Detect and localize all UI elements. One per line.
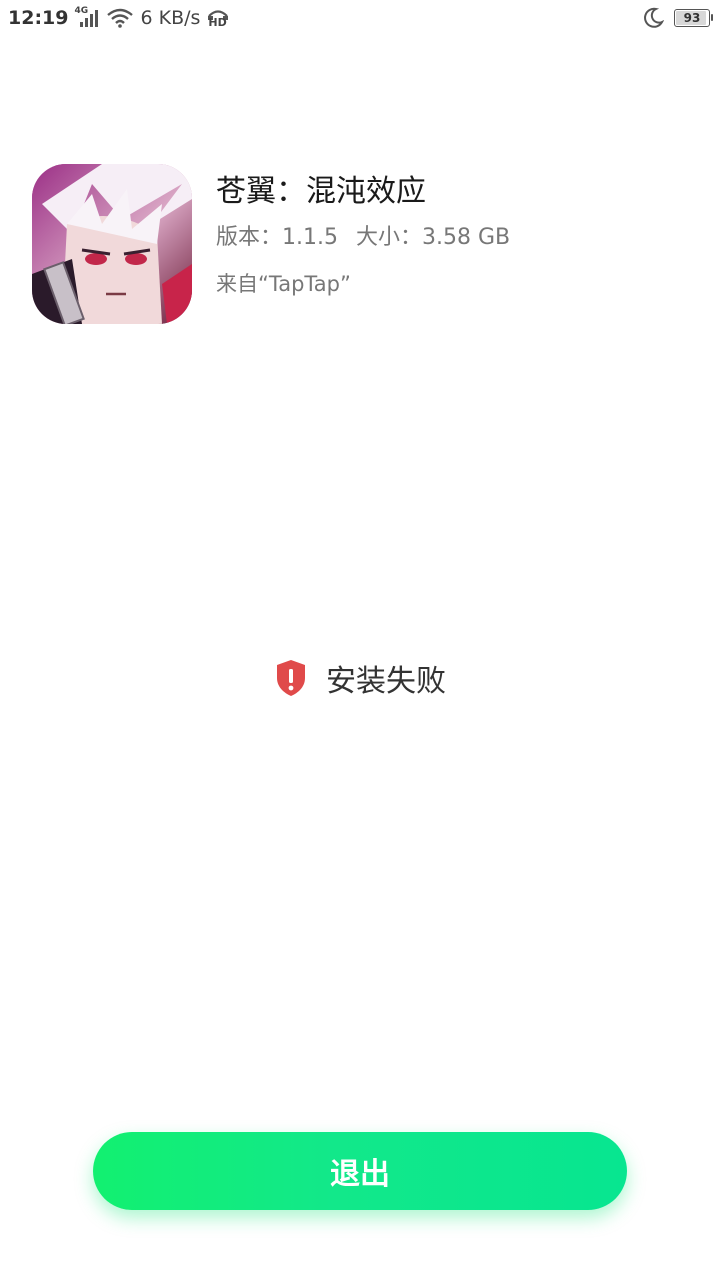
app-icon-artwork xyxy=(32,164,192,324)
status-bar-left: 12:19 4G 6 KB/s HD xyxy=(8,4,230,32)
wifi-icon xyxy=(106,8,134,28)
app-source: 来自“TapTap” xyxy=(216,272,351,296)
network-speed: 6 KB/s xyxy=(140,7,201,29)
app-size: 大小：3.58 GB xyxy=(355,225,511,250)
shield-alert-icon xyxy=(274,658,308,698)
app-info: 苍翼：混沌效应 版本：1.1.5 大小：3.58 GB 来自“TapTap” xyxy=(216,170,510,300)
exit-button[interactable]: 退出 xyxy=(93,1132,627,1210)
app-meta-row: 版本：1.1.5 大小：3.58 GB xyxy=(216,220,510,256)
battery-level: 93 xyxy=(683,11,701,25)
app-title: 苍翼：混沌效应 xyxy=(216,174,426,209)
status-bar: 12:19 4G 6 KB/s HD 93 xyxy=(0,0,720,36)
install-status: 安装失败 xyxy=(0,656,720,700)
install-status-text: 安装失败 xyxy=(326,664,446,699)
hd-label: HD xyxy=(208,16,227,29)
cellular-signal-icon: 4G xyxy=(74,6,100,28)
status-time: 12:19 xyxy=(8,7,69,29)
app-version: 版本：1.1.5 xyxy=(216,225,338,250)
moon-icon xyxy=(642,7,665,29)
app-icon xyxy=(32,164,192,324)
battery-icon: 93 xyxy=(674,9,713,27)
status-bar-right: 93 xyxy=(642,4,713,32)
hd-voice-icon: HD xyxy=(206,7,230,29)
